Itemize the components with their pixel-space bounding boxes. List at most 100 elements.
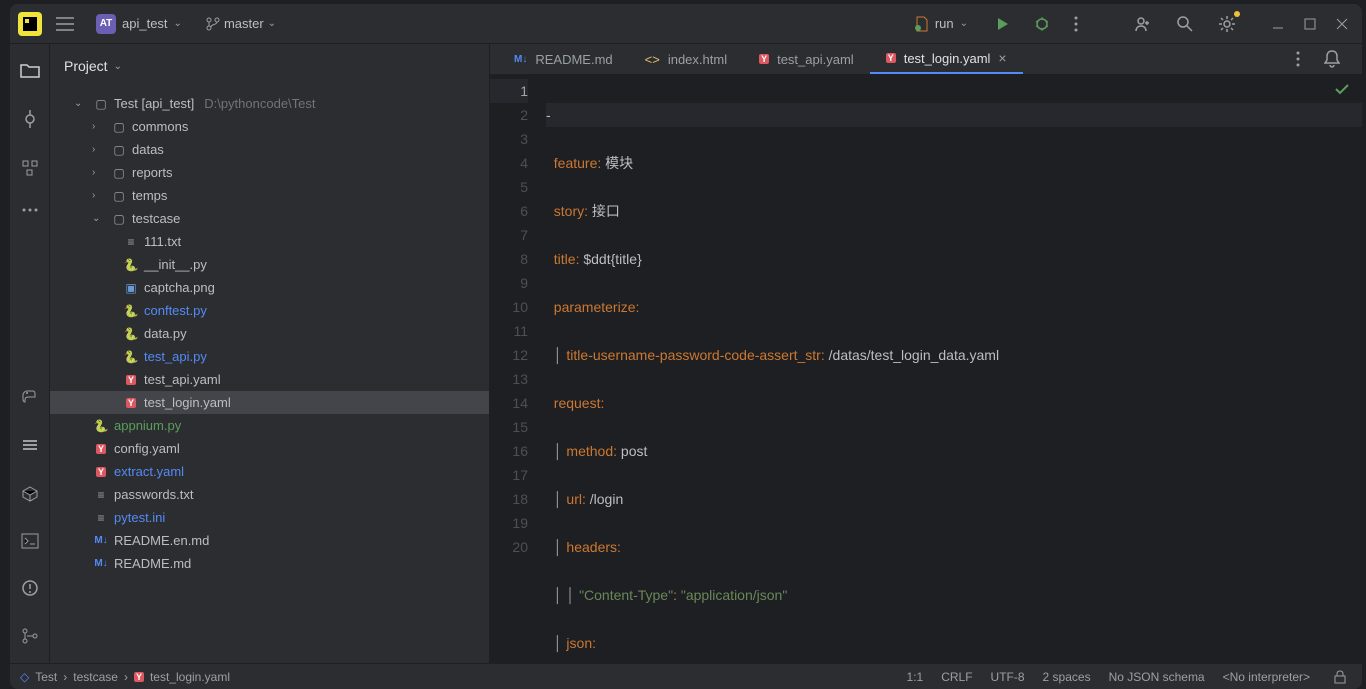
script-icon (913, 16, 929, 32)
indent-config[interactable]: 2 spaces (1043, 670, 1091, 684)
more-actions-icon[interactable] (1068, 10, 1084, 38)
tree-file[interactable]: Ytest_api.yaml (50, 368, 489, 391)
terminal-icon[interactable] (15, 527, 45, 555)
chevron-down-icon: ⌄ (174, 18, 182, 29)
root-label: Test [api_test] (114, 96, 194, 111)
tree-file[interactable]: M↓README.en.md (50, 529, 489, 552)
chevron-right-icon: › (92, 121, 106, 132)
tab-test-login[interactable]: Ytest_login.yaml× (870, 44, 1023, 74)
tab-index[interactable]: <>index.html (629, 44, 743, 74)
tab-readme[interactable]: M↓README.md (498, 44, 629, 74)
maximize-button[interactable] (1298, 12, 1322, 36)
python-interpreter[interactable]: <No interpreter> (1223, 670, 1310, 684)
yaml-file-icon: Y (759, 54, 769, 64)
tree-file[interactable]: ≡111.txt (50, 230, 489, 253)
main-area: Project ⌄ ⌄ ▢ Test [api_test] D:\pythonc… (10, 44, 1362, 663)
packages-icon[interactable] (15, 479, 45, 509)
run-button[interactable] (988, 10, 1016, 38)
module-icon: ◇ (20, 670, 29, 684)
minimize-button[interactable] (1266, 12, 1290, 36)
editor-area: M↓README.md <>index.html Ytest_api.yaml … (490, 44, 1362, 663)
python-file-icon: 🐍 (122, 304, 140, 318)
tree-file[interactable]: M↓README.md (50, 552, 489, 575)
folder-icon: ▢ (110, 212, 128, 226)
json-schema[interactable]: No JSON schema (1109, 670, 1205, 684)
tree-file[interactable]: 🐍data.py (50, 322, 489, 345)
commit-tool-icon[interactable] (15, 104, 45, 134)
run-config-selector[interactable]: run ⌄ (905, 12, 976, 36)
python-console-icon[interactable] (15, 383, 45, 413)
tree-folder-temps[interactable]: ›▢temps (50, 184, 489, 207)
project-selector[interactable]: AT api_test ⌄ (88, 10, 190, 38)
search-icon[interactable] (1170, 9, 1200, 39)
project-panel-header[interactable]: Project ⌄ (50, 44, 489, 88)
tree-file[interactable]: Yextract.yaml (50, 460, 489, 483)
tree-folder-commons[interactable]: ›▢commons (50, 115, 489, 138)
folder-icon: ▢ (110, 166, 128, 180)
chevron-down-icon: ⌄ (268, 18, 276, 29)
tree-file-selected[interactable]: Ytest_login.yaml (50, 391, 489, 414)
more-tools-icon[interactable] (16, 202, 44, 218)
tree-file[interactable]: 🐍conftest.py (50, 299, 489, 322)
text-file-icon: ≡ (92, 488, 110, 502)
titlebar: AT api_test ⌄ master ⌄ run ⌄ (10, 4, 1362, 44)
project-name: api_test (122, 16, 168, 31)
file-encoding[interactable]: UTF-8 (991, 670, 1025, 684)
lock-icon[interactable] (1328, 664, 1352, 689)
services-icon[interactable] (15, 431, 45, 461)
settings-icon[interactable] (1212, 9, 1242, 39)
tree-file[interactable]: ≡passwords.txt (50, 483, 489, 506)
tree-root[interactable]: ⌄ ▢ Test [api_test] D:\pythoncode\Test (50, 92, 489, 115)
branch-icon (206, 17, 220, 31)
chevron-down-icon: ⌄ (74, 98, 88, 109)
tree-folder-datas[interactable]: ›▢datas (50, 138, 489, 161)
tree-file[interactable]: 🐍appnium.py (50, 414, 489, 437)
chevron-down-icon: ⌄ (114, 61, 122, 72)
code-editor[interactable]: 1234567891011121314151617181920 - featur… (490, 75, 1362, 663)
python-file-icon: 🐍 (122, 258, 140, 272)
chevron-down-icon: ⌄ (92, 213, 106, 224)
python-file-icon: 🐍 (122, 350, 140, 364)
tree-file[interactable]: 🐍test_api.py (50, 345, 489, 368)
editor-tabs: M↓README.md <>index.html Ytest_api.yaml … (490, 44, 1362, 75)
folder-icon: ▢ (110, 143, 128, 157)
run-config-name: run (935, 16, 954, 31)
folder-icon: ▢ (92, 97, 110, 111)
tree-file[interactable]: ▣captcha.png (50, 276, 489, 299)
notifications-icon[interactable] (1318, 44, 1346, 74)
html-file-icon: <> (645, 52, 660, 67)
yaml-file-icon: Y (92, 444, 110, 454)
problems-icon[interactable] (15, 573, 45, 603)
close-tab-icon[interactable]: × (998, 50, 1006, 66)
yaml-file-icon: Y (134, 672, 144, 682)
yaml-file-icon: Y (122, 398, 140, 408)
tree-file[interactable]: ≡pytest.ini (50, 506, 489, 529)
tree-file[interactable]: Yconfig.yaml (50, 437, 489, 460)
breadcrumb[interactable]: ◇ Test › testcase › Y test_login.yaml (20, 670, 230, 684)
debug-button[interactable] (1028, 10, 1056, 38)
tab-test-api[interactable]: Ytest_api.yaml (743, 44, 870, 74)
project-badge-icon: AT (96, 14, 116, 34)
vcs-branch[interactable]: master ⌄ (198, 12, 284, 35)
tree-folder-testcase[interactable]: ⌄▢testcase (50, 207, 489, 230)
project-tool-icon[interactable] (14, 56, 46, 84)
main-menu-icon[interactable] (50, 11, 80, 37)
caret-position[interactable]: 1:1 (907, 670, 924, 684)
tree-file[interactable]: 🐍__init__.py (50, 253, 489, 276)
chevron-right-icon: › (92, 190, 106, 201)
inspection-ok-icon[interactable] (1334, 81, 1350, 97)
tab-actions-icon[interactable] (1290, 45, 1306, 73)
close-button[interactable] (1330, 12, 1354, 36)
tree-folder-reports[interactable]: ›▢reports (50, 161, 489, 184)
code-content[interactable]: - feature: 模块 story: 接口 title: $ddt{titl… (546, 75, 1362, 663)
code-with-me-icon[interactable] (1128, 9, 1158, 39)
git-icon[interactable] (15, 621, 45, 651)
project-tree[interactable]: ⌄ ▢ Test [api_test] D:\pythoncode\Test ›… (50, 88, 489, 663)
chevron-down-icon: ⌄ (960, 18, 968, 29)
project-panel: Project ⌄ ⌄ ▢ Test [api_test] D:\pythonc… (50, 44, 490, 663)
structure-tool-icon[interactable] (16, 154, 44, 182)
folder-icon: ▢ (110, 189, 128, 203)
root-path: D:\pythoncode\Test (204, 96, 315, 111)
folder-icon: ▢ (110, 120, 128, 134)
line-separator[interactable]: CRLF (941, 670, 972, 684)
